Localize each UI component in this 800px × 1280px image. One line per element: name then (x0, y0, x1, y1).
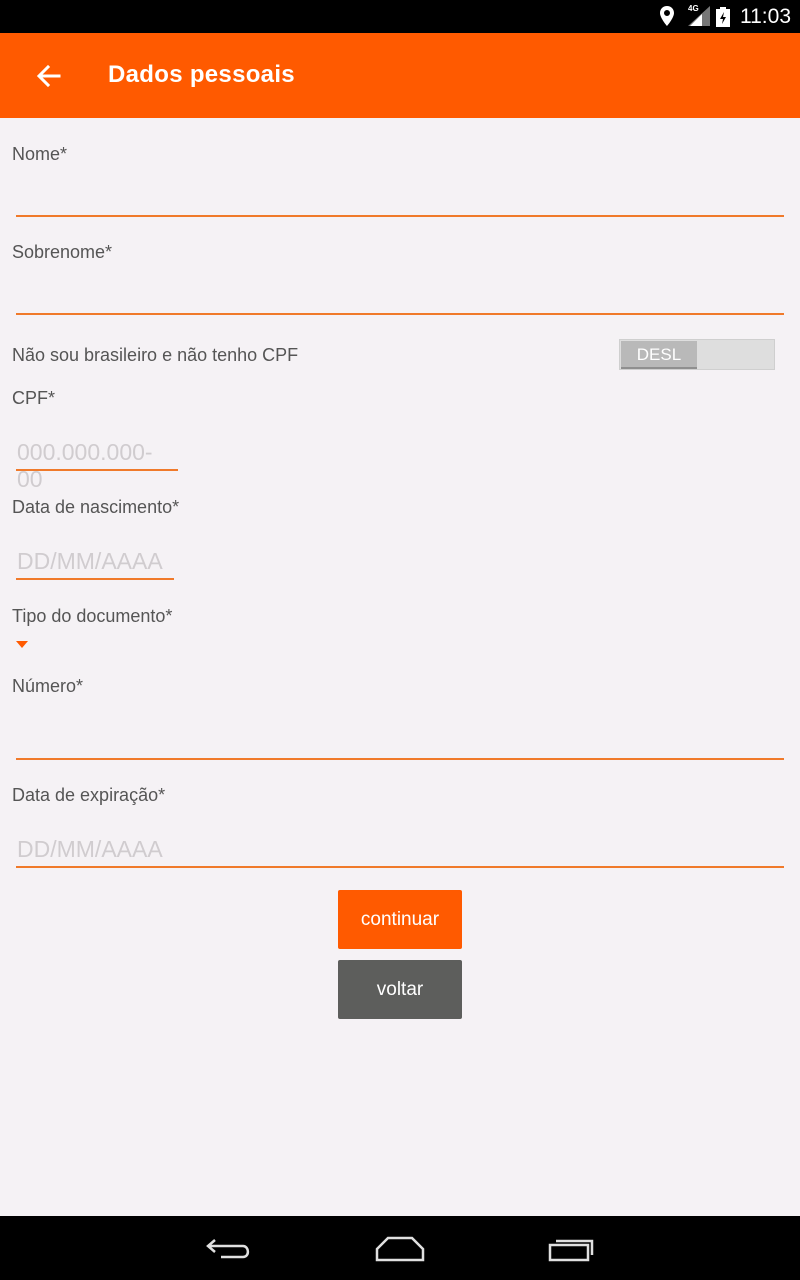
foreigner-label: Não sou brasileiro e não tenho CPF (12, 345, 299, 365)
signal-icon (688, 6, 710, 26)
birth-placeholder: DD/MM/AAAA (17, 548, 163, 574)
navigation-bar (0, 1216, 800, 1280)
location-icon (660, 6, 674, 26)
arrow-left-icon[interactable] (34, 61, 64, 91)
numero-label: Número* (12, 676, 84, 696)
toggle-thumb: DESL (621, 341, 697, 369)
recents-nav-icon[interactable] (548, 1236, 596, 1262)
page-title: Dados pessoais (108, 61, 295, 88)
birth-underline (16, 578, 174, 580)
expiry-underline (16, 866, 784, 868)
nome-input[interactable] (16, 172, 784, 218)
numero-input[interactable] (16, 716, 784, 762)
numero-underline (16, 758, 784, 760)
app-bar: Dados pessoais (0, 33, 800, 118)
dropdown-caret-icon[interactable] (16, 641, 28, 648)
clock: 11:03 (740, 5, 791, 28)
home-nav-icon[interactable] (374, 1236, 426, 1262)
sobrenome-label: Sobrenome* (12, 242, 113, 262)
birth-label: Data de nascimento* (12, 497, 180, 517)
back-button[interactable]: voltar (338, 960, 462, 1019)
status-bar: 4G 11:03 (0, 0, 800, 33)
back-nav-icon[interactable] (205, 1238, 253, 1260)
cpf-placeholder: 000.000.000-00 (17, 439, 153, 492)
cpf-input[interactable]: 000.000.000-00 (16, 434, 178, 492)
nome-underline (16, 215, 784, 217)
sobrenome-input[interactable] (16, 270, 784, 316)
expiry-label: Data de expiração* (12, 785, 166, 805)
battery-icon (716, 7, 730, 27)
expiry-placeholder: DD/MM/AAAA (17, 836, 163, 862)
sobrenome-underline (16, 313, 784, 315)
expiry-date-input[interactable]: DD/MM/AAAA (16, 830, 784, 870)
birth-date-input[interactable]: DD/MM/AAAA (16, 543, 174, 581)
foreigner-toggle[interactable]: DESL (619, 339, 775, 370)
doc-type-label: Tipo do documento* (12, 606, 173, 626)
cpf-label: CPF* (12, 388, 56, 408)
nome-label: Nome* (12, 144, 68, 164)
continue-button[interactable]: continuar (338, 890, 462, 949)
cpf-underline (16, 469, 178, 471)
